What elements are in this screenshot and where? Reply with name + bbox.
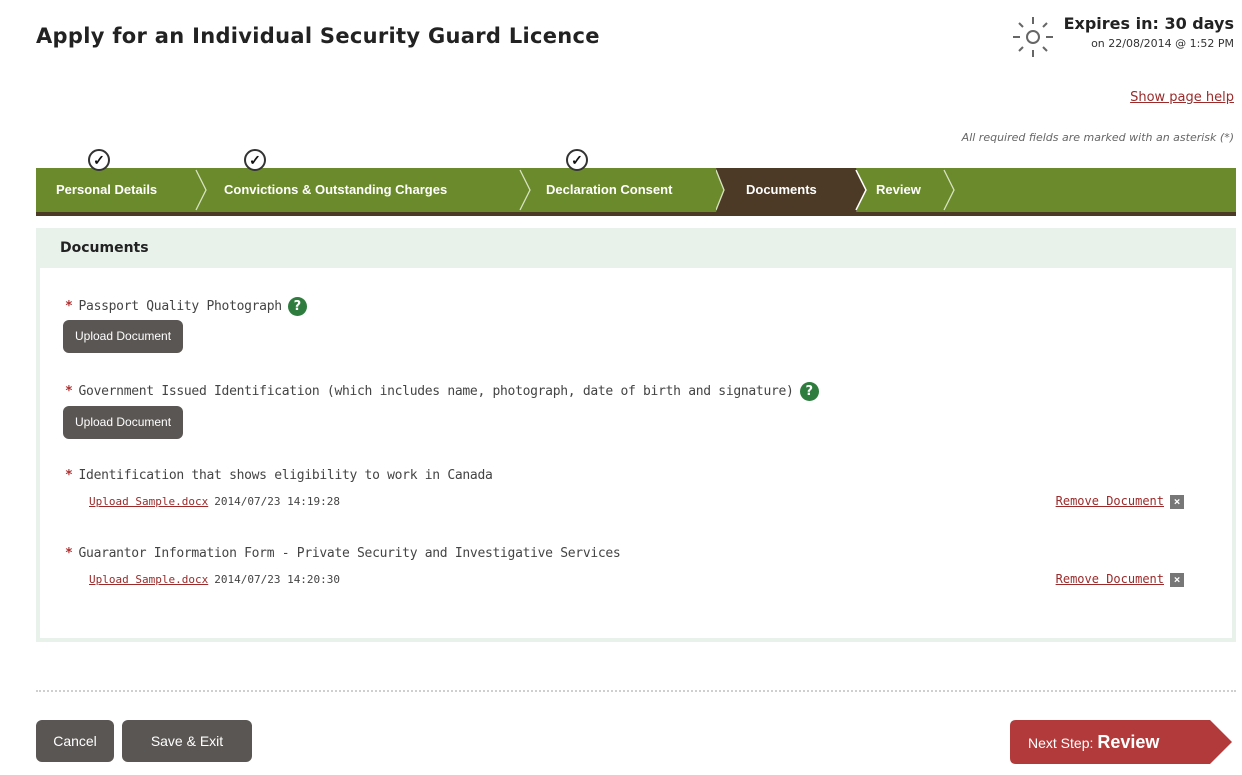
uploaded-document-row: Upload Sample.docx 2014/07/23 14:19:28 xyxy=(89,495,340,508)
next-step-button[interactable]: Next Step: Review xyxy=(1010,720,1232,764)
checkmark-icon: ✓ xyxy=(244,149,266,171)
page-title: Apply for an Individual Security Guard L… xyxy=(36,24,600,48)
close-box-icon[interactable]: × xyxy=(1170,572,1184,587)
step-separator xyxy=(943,169,955,211)
required-asterisk: * xyxy=(65,299,73,314)
step-separator xyxy=(716,168,732,212)
field-work-eligibility: * Identification that shows eligibility t… xyxy=(65,468,493,483)
remove-document-button[interactable]: Remove Document × xyxy=(1056,494,1184,509)
required-asterisk: * xyxy=(65,546,73,561)
step-label: Convictions & Outstanding Charges xyxy=(224,182,448,197)
expiry-days: Expires in: 30 days xyxy=(1063,14,1234,33)
required-fields-note: All required fields are marked with an a… xyxy=(961,131,1234,144)
close-box-icon[interactable]: × xyxy=(1170,494,1184,509)
step-label: Personal Details xyxy=(56,182,158,197)
field-guarantor-form: * Guarantor Information Form - Private Se… xyxy=(65,546,621,561)
step-separator xyxy=(195,169,207,211)
field-label: Government Issued Identification (which … xyxy=(78,384,794,399)
field-label: Passport Quality Photograph xyxy=(78,299,283,314)
expiry-info: Expires in: 30 days on 22/08/2014 @ 1:52… xyxy=(1010,14,1234,60)
show-page-help-link[interactable]: Show page help xyxy=(1130,90,1234,105)
remove-document-button[interactable]: Remove Document × xyxy=(1056,572,1184,587)
required-asterisk: * xyxy=(65,384,73,399)
checkmark-icon: ✓ xyxy=(566,149,588,171)
upload-timestamp: 2014/07/23 14:20:30 xyxy=(214,573,341,586)
next-step-name: Review xyxy=(1097,732,1160,752)
remove-document-label[interactable]: Remove Document xyxy=(1056,494,1164,508)
field-government-id: * Government Issued Identification (which… xyxy=(65,382,819,401)
step-declaration-consent[interactable]: ✓ Declaration Consent xyxy=(532,149,728,212)
field-label: Guarantor Information Form - Private Sec… xyxy=(78,546,621,561)
uploaded-file-link[interactable]: Upload Sample.docx xyxy=(89,495,208,508)
question-circle-icon[interactable]: ? xyxy=(799,382,819,401)
documents-panel: Documents * Passport Quality Photograph? … xyxy=(36,228,1236,642)
step-label: Review xyxy=(876,182,921,197)
expiry-date: on 22/08/2014 @ 1:52 PM xyxy=(1091,37,1234,50)
step-convictions[interactable]: ✓ Convictions & Outstanding Charges xyxy=(208,149,524,212)
panel-title: Documents xyxy=(60,240,149,256)
question-circle-icon[interactable]: ? xyxy=(287,297,307,316)
upload-passport-photo-button[interactable]: Upload Document xyxy=(63,320,184,353)
step-progress-bar: ✓ Personal Details ✓ Convictions & Outst… xyxy=(36,149,1236,216)
save-exit-button[interactable]: Save & Exit xyxy=(122,720,252,762)
field-passport-photo: * Passport Quality Photograph? xyxy=(65,297,307,316)
next-step-label: Next Step: Review xyxy=(1028,732,1160,752)
step-label: Declaration Consent xyxy=(546,182,673,197)
checkmark-icon: ✓ xyxy=(88,149,110,171)
step-documents[interactable]: Documents xyxy=(724,168,852,212)
step-label: Documents xyxy=(746,182,817,197)
cancel-button[interactable]: Cancel xyxy=(36,720,114,762)
field-label: Identification that shows eligibility to… xyxy=(78,468,493,483)
documents-panel-body: * Passport Quality Photograph? Upload Doc… xyxy=(40,268,1232,638)
upload-timestamp: 2014/07/23 14:19:28 xyxy=(214,495,341,508)
step-separator xyxy=(850,168,867,212)
remove-document-label[interactable]: Remove Document xyxy=(1056,572,1164,586)
step-personal-details[interactable]: ✓ Personal Details xyxy=(36,149,204,212)
required-asterisk: * xyxy=(65,468,73,483)
step-review[interactable]: Review xyxy=(868,168,948,212)
upload-government-id-button[interactable]: Upload Document xyxy=(63,406,184,439)
sun-clock-icon xyxy=(1012,17,1053,57)
uploaded-file-link[interactable]: Upload Sample.docx xyxy=(89,573,208,586)
footer-divider xyxy=(36,690,1236,692)
uploaded-document-row: Upload Sample.docx 2014/07/23 14:20:30 xyxy=(89,573,340,586)
step-separator xyxy=(519,169,531,211)
